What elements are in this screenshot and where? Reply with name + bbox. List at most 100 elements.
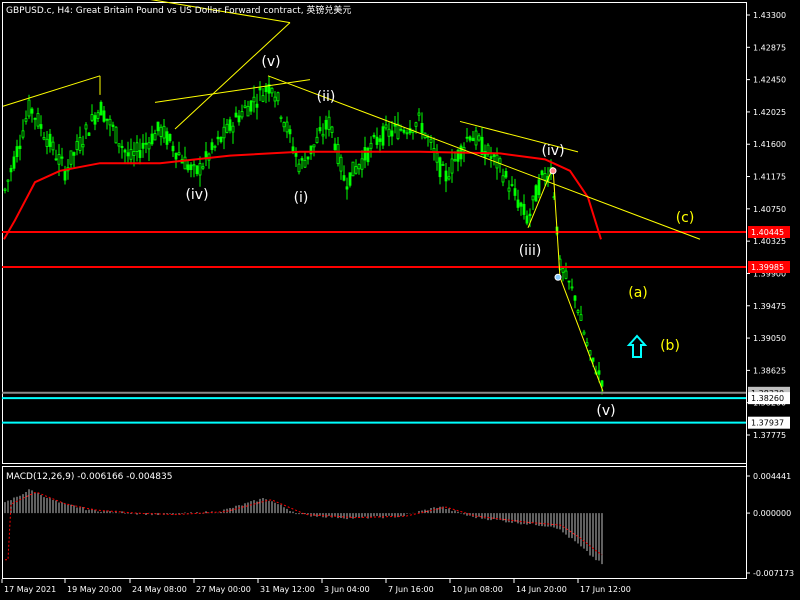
pivot-marker (554, 273, 562, 281)
horizontal-levels (2, 231, 746, 424)
price-label-text: 1.37937 (751, 419, 784, 428)
candle-body (138, 150, 142, 158)
candle-body (354, 166, 358, 174)
trendline-segment (174, 22, 291, 130)
candle-body (195, 165, 199, 175)
candle-body (384, 124, 388, 129)
candle-body (234, 112, 238, 118)
candle-body (399, 128, 403, 131)
y-tick-label: 1.37775 (753, 431, 786, 440)
candle-body (198, 163, 202, 176)
candle-body (447, 176, 451, 180)
candle-body (123, 149, 127, 153)
candle-body (72, 152, 76, 156)
candle-body (522, 203, 526, 215)
trendlines (2, 0, 701, 392)
candle-body (465, 136, 469, 139)
candle-body (372, 134, 376, 138)
candle-body (504, 170, 508, 178)
candle-body (204, 151, 208, 158)
candle-body (102, 110, 106, 122)
chart-title: GBPUSD.c, H4: Great Britain Pound vs US … (6, 4, 351, 16)
candle-body (369, 142, 373, 149)
candle-body (141, 142, 145, 149)
candle-body (543, 173, 547, 181)
candle-body (129, 148, 133, 160)
candle-body (201, 166, 205, 169)
y-tick-label: 1.38625 (753, 366, 786, 375)
candle-body (438, 157, 442, 178)
candle-body (42, 137, 46, 140)
candle-body (564, 270, 568, 279)
candle-body (222, 126, 226, 139)
candle-body (561, 268, 565, 273)
candle-body (567, 280, 571, 283)
candle-body (531, 195, 535, 201)
candle-body (87, 132, 91, 136)
candle-body (270, 87, 274, 94)
candle-body (366, 147, 370, 163)
candle-body (492, 154, 496, 157)
candle-body (540, 170, 544, 176)
candle-body (525, 215, 529, 224)
candle-body (45, 138, 49, 147)
candle-body (9, 167, 13, 173)
candle-body (192, 164, 196, 167)
price-label-text: 1.40445 (751, 228, 784, 237)
candle-body (21, 130, 25, 138)
candle-body (471, 137, 475, 142)
candle-body (150, 133, 154, 145)
candle-body (237, 115, 241, 123)
candle-body (537, 179, 541, 196)
candle-body (315, 136, 319, 143)
y-tick-label: 1.43300 (753, 11, 786, 20)
candle-body (534, 185, 538, 202)
candle-body (351, 161, 355, 177)
candle-body (429, 138, 433, 143)
candle-body (84, 124, 88, 130)
macd-title: MACD(12,26,9) -0.006166 -0.004835 (6, 472, 172, 482)
candle-body (54, 158, 58, 161)
candle-body (357, 164, 361, 170)
candle-body (27, 99, 31, 117)
x-tick-label: 24 May 08:00 (132, 585, 187, 594)
candle-body (570, 286, 574, 289)
candle-body (477, 135, 481, 141)
candle-body (51, 141, 55, 151)
x-axis-ticks: 17 May 2021 19 May 20:00 24 May 08:00 27 Ma… (1, 579, 631, 594)
candle-body (519, 202, 523, 207)
candle-body (252, 96, 256, 103)
candle-body (81, 143, 85, 148)
candle-body (333, 143, 337, 151)
candle-body (78, 137, 82, 151)
x-tick-label: 27 May 00:00 (196, 585, 251, 594)
candle-body (279, 116, 283, 119)
candle-body (75, 141, 79, 150)
candle-body (450, 158, 454, 174)
candle-body (60, 156, 64, 159)
candle-body (510, 184, 514, 186)
candle-body (249, 100, 253, 112)
wave-label: (ii) (317, 89, 336, 105)
candle-body (363, 147, 367, 161)
candle-body (327, 116, 331, 130)
candle-body (174, 152, 178, 160)
x-tick-label: 3 Jun 04:00 (324, 585, 370, 594)
candle-body (105, 118, 109, 121)
candle-body (291, 146, 295, 152)
candle-body (402, 129, 406, 133)
candle-body (159, 126, 163, 137)
y-tick-label: 1.41175 (753, 173, 786, 182)
candle-body (597, 370, 601, 375)
candle-body (261, 95, 265, 102)
wave-label: (i) (294, 190, 309, 206)
y-tick-label: 1.39050 (753, 334, 786, 343)
candle-body (360, 158, 364, 170)
candle-body (579, 314, 583, 321)
y-tick-label: 1.41600 (753, 140, 786, 149)
candle-body (210, 142, 214, 150)
x-tick-label: 10 Jun 08:00 (452, 585, 503, 594)
candle-body (126, 152, 130, 157)
wave-labels: (v) (ii) (iv) (i) (iv) (iii) (v) (c) (a) (b) (185, 54, 694, 419)
candle-body (576, 310, 580, 313)
